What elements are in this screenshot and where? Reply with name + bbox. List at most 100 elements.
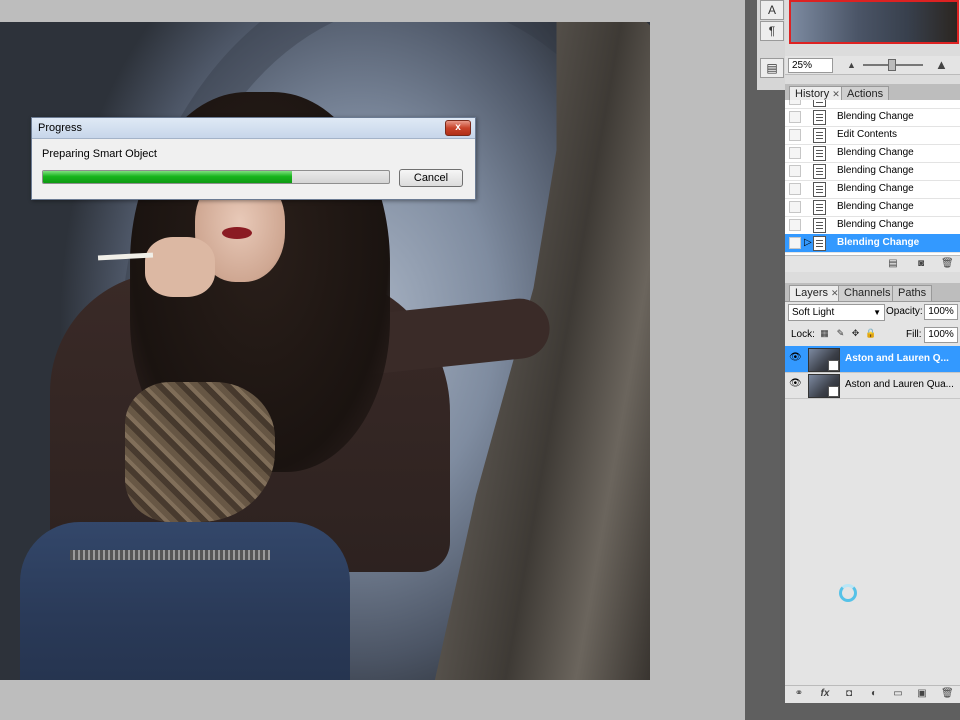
- image-scarf: [125, 382, 275, 522]
- tab-paths[interactable]: Paths: [892, 285, 933, 301]
- delete-state-icon[interactable]: 🗑: [941, 258, 954, 269]
- fill-input[interactable]: 100%: [924, 327, 958, 343]
- notes-panel-button[interactable]: ▤: [760, 58, 784, 78]
- panel-dock-bottom: [785, 703, 960, 720]
- paragraph-panel-button[interactable]: ¶: [760, 21, 784, 41]
- history-item[interactable]: Blending Change: [785, 108, 960, 127]
- new-group-icon[interactable]: ▭: [892, 688, 904, 699]
- visibility-eye-icon[interactable]: 👁: [789, 379, 802, 389]
- adjustment-layer-icon[interactable]: ◐: [868, 688, 880, 699]
- lock-transparency-icon[interactable]: ▦: [819, 328, 830, 339]
- tab-layers-label: Layers: [795, 287, 829, 299]
- history-brush-source-checkbox[interactable]: [789, 201, 801, 213]
- history-brush-source-checkbox[interactable]: [789, 147, 801, 159]
- progress-dialog: Progress x Preparing Smart Object Cancel: [31, 117, 476, 200]
- tab-history-label: History: [795, 88, 830, 100]
- zoom-in-icon[interactable]: ▲: [935, 57, 948, 72]
- image-belt: [70, 550, 270, 560]
- history-item-label: Blending Change: [837, 147, 914, 158]
- layers-panel-tabs: Layers ✕ Channels Paths: [785, 283, 960, 302]
- fill-label: Fill:: [906, 329, 922, 340]
- tab-channels-label: Channels: [844, 287, 891, 299]
- history-item-label: Blending Change: [837, 111, 914, 122]
- history-state-icon: [813, 146, 826, 161]
- right-panels: 25% ▲ ▲ History ✕ Actions Blending Change…: [785, 0, 960, 720]
- history-list: Blending Change Edit Contents Blending C…: [785, 100, 960, 255]
- character-panel-button[interactable]: A: [760, 0, 784, 20]
- opacity-input[interactable]: 100%: [924, 304, 958, 320]
- history-brush-source-checkbox[interactable]: [789, 100, 801, 105]
- history-brush-source-checkbox[interactable]: [789, 165, 801, 177]
- history-item-label: Blending Change: [837, 165, 914, 176]
- history-item[interactable]: Blending Change: [785, 198, 960, 217]
- zoom-out-icon[interactable]: ▲: [847, 60, 856, 70]
- history-item-label: Blending Change: [837, 219, 914, 230]
- notes-icon: ▤: [766, 61, 778, 75]
- paragraph-icon: ¶: [768, 24, 776, 38]
- smart-object-icon: [828, 386, 839, 397]
- zoom-input[interactable]: 25%: [788, 58, 833, 73]
- document-workspace[interactable]: Progress x Preparing Smart Object Cancel: [0, 0, 745, 720]
- new-layer-icon[interactable]: ▣: [916, 688, 928, 699]
- lock-label: Lock:: [791, 329, 815, 340]
- history-state-icon: [813, 182, 826, 197]
- lock-position-icon[interactable]: ✥: [850, 328, 861, 339]
- close-icon: x: [455, 122, 461, 133]
- tab-channels[interactable]: Channels: [838, 285, 897, 301]
- history-brush-source-checkbox[interactable]: [789, 183, 801, 195]
- new-snapshot-icon[interactable]: ◙: [915, 258, 927, 269]
- history-state-icon: [813, 164, 826, 179]
- layer-name: Aston and Lauren Q...: [845, 353, 949, 364]
- tab-paths-label: Paths: [898, 287, 927, 299]
- history-item-label: Blending Change: [837, 201, 914, 212]
- image-jeans: [20, 522, 350, 680]
- history-brush-source-checkbox[interactable]: [789, 219, 801, 231]
- new-document-from-state-icon[interactable]: ▤: [887, 258, 899, 269]
- navigator-thumbnail[interactable]: [789, 0, 959, 44]
- history-item[interactable]: Blending Change: [785, 144, 960, 163]
- history-brush-source-checkbox[interactable]: [789, 237, 801, 249]
- delete-layer-icon[interactable]: 🗑: [941, 688, 954, 699]
- busy-spinner-icon: [839, 584, 857, 602]
- history-state-icon: [813, 110, 826, 125]
- history-brush-source-checkbox[interactable]: [789, 129, 801, 141]
- fx-icon[interactable]: fx: [819, 688, 831, 699]
- panel-dock-strip: A ¶ ▤: [745, 0, 786, 720]
- link-layers-icon[interactable]: ⚭: [793, 688, 805, 699]
- tab-layers[interactable]: Layers ✕: [789, 285, 845, 301]
- layer-row[interactable]: 👁 Aston and Lauren Qua...: [785, 372, 960, 399]
- history-state-icon: [813, 236, 826, 251]
- opacity-label: Opacity:: [886, 306, 923, 317]
- progress-message: Preparing Smart Object: [42, 148, 157, 160]
- history-item-label: Blending Change: [837, 183, 914, 194]
- history-state-slider-icon[interactable]: ▷: [804, 237, 812, 248]
- cancel-button[interactable]: Cancel: [399, 169, 463, 187]
- layers-panel-footer: ⚭ fx ◘ ◐ ▭ ▣ 🗑: [785, 685, 960, 704]
- add-mask-icon[interactable]: ◘: [843, 688, 855, 699]
- smart-object-icon: [828, 360, 839, 371]
- blend-mode-select[interactable]: Soft Light ▼: [788, 304, 885, 321]
- history-item[interactable]: Blending Change: [785, 162, 960, 181]
- history-brush-source-checkbox[interactable]: [789, 111, 801, 123]
- layer-row-selected[interactable]: 👁 Aston and Lauren Q...: [785, 346, 960, 373]
- history-item-label: Edit Contents: [837, 129, 898, 140]
- close-icon[interactable]: ✕: [832, 89, 840, 99]
- history-state-icon: [813, 218, 826, 233]
- history-item-selected[interactable]: ▷ Blending Change: [785, 234, 960, 253]
- layer-name: Aston and Lauren Qua...: [845, 379, 954, 390]
- layer-thumbnail: [808, 374, 840, 398]
- history-state-icon: [813, 100, 826, 107]
- history-state-icon: [813, 128, 826, 143]
- lock-all-icon[interactable]: 🔒: [865, 328, 876, 339]
- type-tool-icon: A: [767, 3, 776, 17]
- dialog-close-button[interactable]: x: [445, 120, 471, 136]
- visibility-eye-icon[interactable]: 👁: [789, 353, 802, 363]
- history-panel-footer: ▤ ◙ 🗑: [785, 255, 960, 272]
- history-item[interactable]: Blending Change: [785, 180, 960, 199]
- history-item[interactable]: Edit Contents: [785, 126, 960, 145]
- dialog-titlebar[interactable]: Progress x: [32, 118, 475, 139]
- history-item[interactable]: Blending Change: [785, 216, 960, 235]
- lock-image-pixels-icon[interactable]: ✎: [835, 328, 846, 339]
- zoom-slider-handle[interactable]: [888, 59, 896, 71]
- chevron-down-icon: ▼: [873, 308, 881, 317]
